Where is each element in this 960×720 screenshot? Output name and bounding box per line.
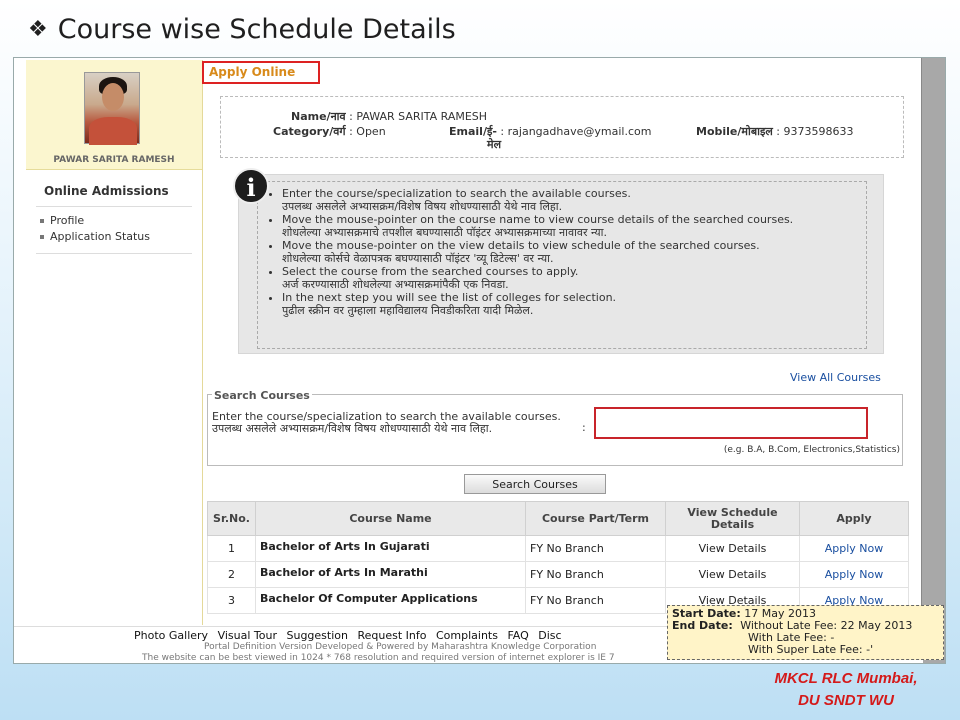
sidebar-heading: Online Admissions [44, 184, 169, 198]
header-sr-no: Sr.No. [207, 501, 256, 536]
name-value: PAWAR SARITA RAMESH [356, 110, 488, 123]
sidebar-item-profile[interactable]: Profile [40, 213, 202, 229]
course-name[interactable]: Bachelor of Arts In Marathi [255, 561, 526, 588]
bullet-icon [40, 235, 44, 239]
course-part: FY No Branch [525, 535, 666, 562]
instruction-item: In the next step you will see the list o… [282, 291, 856, 317]
instructions-panel: Enter the course/specialization to searc… [238, 174, 884, 354]
category-value: Open [356, 125, 386, 138]
category-label: Category/वर्ग [273, 125, 346, 138]
course-part: FY No Branch [525, 587, 666, 614]
sr-no: 2 [207, 561, 256, 588]
search-courses-panel: Search Courses Enter the course/speciali… [207, 389, 903, 466]
apply-online-heading: Apply Online [202, 61, 320, 84]
footer-link-complaints[interactable]: Complaints [436, 629, 498, 642]
sr-no: 1 [207, 535, 256, 562]
header-apply: Apply [799, 501, 909, 536]
header-view-schedule: View Schedule Details [665, 501, 800, 536]
footer-link-visual-tour[interactable]: Visual Tour [218, 629, 277, 642]
course-name[interactable]: Bachelor Of Computer Applications [255, 587, 526, 614]
table-row: 1 Bachelor of Arts In Gujarati FY No Bra… [207, 535, 909, 562]
profile-name: PAWAR SARITA RAMESH [53, 155, 175, 165]
view-details-link[interactable]: View Details [665, 561, 800, 588]
footer-link-suggestion[interactable]: Suggestion [286, 629, 348, 642]
credit-text: MKCL RLC Mumbai, DU SNDT WU [774, 670, 918, 709]
email-label-line2: मेल [487, 138, 502, 151]
table-header-row: Sr.No. Course Name Course Part/Term View… [207, 501, 909, 536]
email-value: rajangadhave@ymail.com [507, 125, 652, 138]
sidebar: PAWAR SARITA RAMESH Online Admissions Pr… [26, 60, 202, 625]
sidebar-divider [36, 253, 192, 254]
name-label: Name/नाव [291, 110, 346, 123]
footer-link-request-info[interactable]: Request Info [357, 629, 426, 642]
super-late-fee: With Super Late Fee: -' [748, 643, 874, 656]
end-date-label: End Date: [672, 619, 733, 632]
apply-now-link[interactable]: Apply Now [825, 568, 884, 581]
apply-now-link[interactable]: Apply Now [825, 542, 884, 555]
courses-table: Sr.No. Course Name Course Part/Term View… [207, 501, 909, 614]
footer-link-disclaimer[interactable]: Disc [538, 629, 561, 642]
sidebar-divider [36, 206, 192, 207]
view-details-link[interactable]: View Details [665, 535, 800, 562]
search-instruction: Enter the course/specialization to searc… [212, 410, 561, 435]
bullet-icon [40, 219, 44, 223]
header-course-name: Course Name [255, 501, 526, 536]
diamond-bullet-icon: ❖ [28, 17, 48, 42]
mobile-value: 9373598633 [783, 125, 854, 138]
profile-box: PAWAR SARITA RAMESH [26, 60, 202, 170]
portal-screenshot: PAWAR SARITA RAMESH Online Admissions Pr… [13, 57, 946, 664]
applicant-info: Name/नाव : PAWAR SARITA RAMESH Category/… [220, 96, 904, 158]
instruction-item: Move the mouse-pointer on the view detai… [282, 239, 856, 265]
instruction-item: Select the course from the searched cour… [282, 265, 856, 291]
instruction-item: Move the mouse-pointer on the course nam… [282, 213, 856, 239]
footer-link-photo-gallery[interactable]: Photo Gallery [134, 629, 208, 642]
mobile-label: Mobile/मोबाइल [696, 125, 773, 138]
footer-link-faq[interactable]: FAQ [507, 629, 528, 642]
search-courses-button[interactable]: Search Courses [464, 474, 606, 494]
sidebar-edge [202, 60, 203, 625]
vertical-scrollbar[interactable] [921, 58, 945, 663]
search-hint: (e.g. B.A, B.Com, Electronics,Statistics… [723, 445, 900, 455]
slide-title: ❖ Course wise Schedule Details [28, 14, 456, 45]
table-row: 2 Bachelor of Arts In Marathi FY No Bran… [207, 561, 909, 588]
info-icon: i [233, 168, 269, 204]
sr-no: 3 [207, 587, 256, 614]
header-course-part: Course Part/Term [525, 501, 666, 536]
schedule-tooltip: Start Date: 17 May 2013 End Date: Withou… [667, 605, 944, 660]
search-legend: Search Courses [212, 389, 312, 402]
avatar [84, 72, 140, 145]
search-colon: : [582, 421, 586, 434]
course-part: FY No Branch [525, 561, 666, 588]
view-all-courses-link[interactable]: View All Courses [790, 371, 881, 384]
instruction-item: Enter the course/specialization to searc… [282, 187, 856, 213]
sidebar-item-application-status[interactable]: Application Status [40, 229, 202, 245]
course-search-input[interactable] [594, 407, 868, 439]
slide-title-text: Course wise Schedule Details [57, 14, 456, 45]
instructions-list: Enter the course/specialization to searc… [257, 181, 867, 349]
course-name[interactable]: Bachelor of Arts In Gujarati [255, 535, 526, 562]
